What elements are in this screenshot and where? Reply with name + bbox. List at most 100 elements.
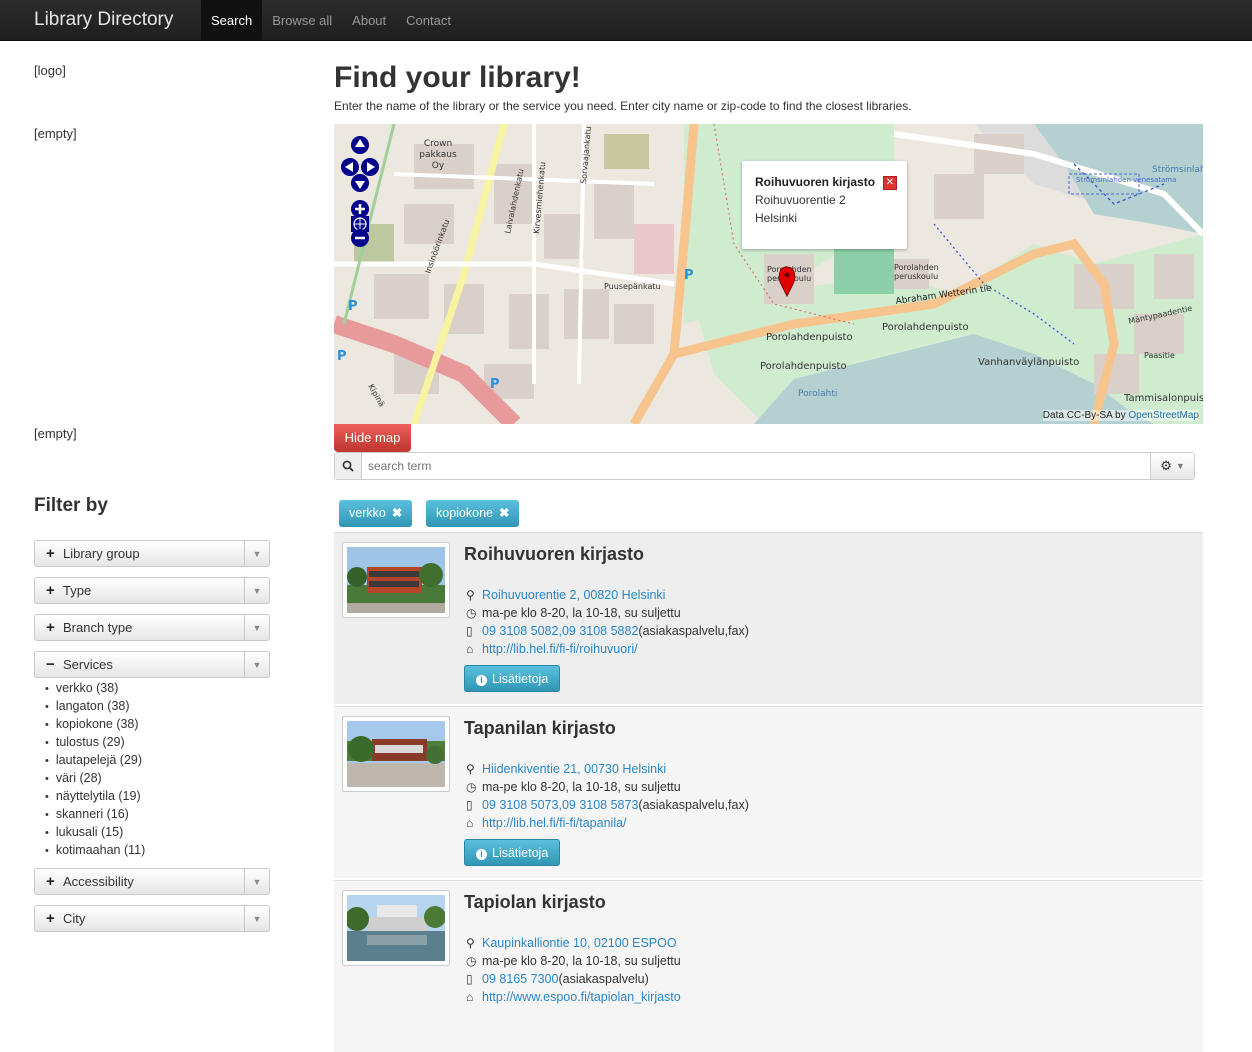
website-link[interactable]: http://www.espoo.fi/tapiolan_kirjasto bbox=[482, 990, 681, 1004]
address-link[interactable]: Roihuvuorentie 2, 00820 Helsinki bbox=[482, 588, 665, 602]
service-item[interactable]: lukusali (15) bbox=[45, 823, 145, 841]
chevron-down-icon[interactable]: ▼ bbox=[245, 660, 269, 670]
library-map[interactable]: P P P P Crown pakkaus Oy Puusepänkatu Po… bbox=[334, 124, 1203, 424]
filter-tag[interactable]: kopiokone ✖ bbox=[426, 500, 520, 527]
hours-line: ◷ ma-pe klo 8-20, la 10-18, su suljettu bbox=[466, 954, 681, 968]
map-label: Vanhanväylänpuisto bbox=[978, 357, 1079, 368]
chevron-down-icon[interactable]: ▼ bbox=[245, 914, 269, 924]
clock-icon: ◷ bbox=[466, 606, 477, 620]
clock-icon: ◷ bbox=[466, 954, 477, 968]
nav-menu: Search Browse all About Contact bbox=[201, 0, 461, 41]
chevron-down-icon[interactable]: ▼ bbox=[245, 877, 269, 887]
more-info-button[interactable]: i Lisätietoja bbox=[464, 839, 561, 866]
service-item[interactable]: kotimaahan (11) bbox=[45, 841, 145, 859]
home-icon: ⌂ bbox=[466, 990, 474, 1004]
service-item[interactable]: skanneri (16) bbox=[45, 805, 145, 823]
chevron-down-icon[interactable]: ▼ bbox=[245, 549, 269, 559]
close-icon[interactable]: ✕ bbox=[883, 176, 897, 190]
library-name[interactable]: Tapiolan kirjasto bbox=[464, 892, 606, 913]
hours-text: ma-pe klo 8-20, la 10-18, su suljettu bbox=[482, 780, 681, 794]
address-link[interactable]: Hiidenkiventie 21, 00730 Helsinki bbox=[482, 762, 666, 776]
map-label: Paasitie bbox=[1144, 351, 1175, 360]
map-label: Strömsinlahti bbox=[1152, 165, 1203, 175]
logo-placeholder: [logo] bbox=[34, 63, 66, 78]
filter-tag[interactable]: verkko ✖ bbox=[339, 500, 413, 527]
map-label: Porolahdenpuisto bbox=[760, 361, 847, 372]
filter-type[interactable]: + Type ▼ bbox=[34, 577, 270, 604]
library-name[interactable]: Roihuvuoren kirjasto bbox=[464, 544, 644, 565]
search-input[interactable] bbox=[362, 453, 1150, 479]
pan-zoom-icon[interactable] bbox=[341, 132, 379, 247]
service-item[interactable]: kopiokone (38) bbox=[45, 715, 145, 733]
filter-label: Services bbox=[63, 657, 113, 672]
phone-link[interactable]: 09 8165 7300 bbox=[482, 972, 558, 986]
services-list: verkko (38) langaton (38) kopiokone (38)… bbox=[45, 679, 145, 859]
brand-title[interactable]: Library Directory bbox=[34, 9, 173, 31]
tag-label: verkko bbox=[349, 506, 386, 520]
filter-city[interactable]: + City ▼ bbox=[34, 905, 270, 932]
filter-accessibility[interactable]: + Accessibility ▼ bbox=[34, 868, 270, 895]
library-result: Tapanilan kirjasto ⚲ Hiidenkiventie 21, 0… bbox=[334, 706, 1203, 878]
hide-map-button[interactable]: Hide map bbox=[334, 424, 411, 452]
home-icon: ⌂ bbox=[466, 642, 474, 656]
service-item[interactable]: väri (28) bbox=[45, 769, 145, 787]
library-result: Roihuvuoren kirjasto ⚲ Roihuvuorentie 2, … bbox=[334, 532, 1203, 704]
chevron-down-icon[interactable]: ▼ bbox=[245, 623, 269, 633]
openstreetmap-link[interactable]: OpenStreetMap bbox=[1128, 410, 1199, 421]
clock-icon: ◷ bbox=[466, 780, 477, 794]
phone-note: (asiakaspalvelu,fax) bbox=[638, 798, 749, 812]
website-link[interactable]: http://lib.hel.fi/fi-fi/roihuvuori/ bbox=[482, 642, 638, 656]
minus-icon: − bbox=[46, 656, 55, 673]
service-item[interactable]: langaton (38) bbox=[45, 697, 145, 715]
library-photo[interactable] bbox=[342, 542, 450, 618]
library-photo[interactable] bbox=[342, 890, 450, 966]
filter-label: Branch type bbox=[63, 620, 133, 635]
filter-services[interactable]: − Services ▼ bbox=[34, 651, 270, 678]
library-name[interactable]: Tapanilan kirjasto bbox=[464, 718, 616, 739]
map-label: Porolahti bbox=[798, 389, 837, 399]
filter-branch-type[interactable]: + Branch type ▼ bbox=[34, 614, 270, 641]
chevron-down-icon[interactable]: ▼ bbox=[245, 586, 269, 596]
nav-item-browse-all[interactable]: Browse all bbox=[262, 0, 342, 41]
plus-icon: + bbox=[46, 619, 55, 636]
phone-link[interactable]: 09 3108 5082,09 3108 5882 bbox=[482, 624, 638, 638]
phone-line: ▯ 09 8165 7300 (asiakaspalvelu) bbox=[466, 972, 649, 986]
empty-placeholder: [empty] bbox=[34, 126, 77, 141]
search-icon bbox=[335, 453, 362, 479]
service-item[interactable]: näyttelytila (19) bbox=[45, 787, 145, 805]
filter-library-group[interactable]: + Library group ▼ bbox=[34, 540, 270, 567]
phone-link[interactable]: 09 3108 5073,09 3108 5873 bbox=[482, 798, 638, 812]
search-settings-button[interactable]: ⚙ ▼ bbox=[1150, 453, 1194, 479]
hours-text: ma-pe klo 8-20, la 10-18, su suljettu bbox=[482, 954, 681, 968]
chevron-down-icon: ▼ bbox=[1175, 461, 1185, 471]
plus-icon: + bbox=[46, 545, 55, 562]
nav-item-search[interactable]: Search bbox=[201, 0, 263, 41]
nav-item-about[interactable]: About bbox=[342, 0, 396, 41]
filter-label: City bbox=[63, 911, 86, 926]
more-info-button[interactable]: i Lisätietoja bbox=[464, 665, 561, 692]
nav-item-contact[interactable]: Contact bbox=[396, 0, 461, 41]
service-item[interactable]: verkko (38) bbox=[45, 679, 145, 697]
map-label: Porolahdenpuisto bbox=[882, 322, 969, 333]
map-label: pakkaus bbox=[419, 150, 457, 160]
address-link[interactable]: Kaupinkalliontie 10, 02100 ESPOO bbox=[482, 936, 677, 950]
service-item[interactable]: lautapelejä (29) bbox=[45, 751, 145, 769]
remove-icon[interactable]: ✖ bbox=[392, 506, 402, 520]
url-line: ⌂ http://www.espoo.fi/tapiolan_kirjasto bbox=[466, 990, 681, 1004]
plus-icon: + bbox=[46, 582, 55, 599]
website-link[interactable]: http://lib.hel.fi/fi-fi/tapanila/ bbox=[482, 816, 627, 830]
tag-label: kopiokone bbox=[436, 506, 493, 520]
service-item[interactable]: tulostus (29) bbox=[45, 733, 145, 751]
library-photo[interactable] bbox=[342, 716, 450, 792]
map-label: Oy bbox=[432, 161, 445, 171]
remove-icon[interactable]: ✖ bbox=[499, 506, 509, 520]
map-label: Tammisalonpuisto bbox=[1123, 393, 1203, 404]
phone-icon: ▯ bbox=[466, 624, 473, 638]
svg-text:P: P bbox=[348, 299, 358, 314]
svg-text:P: P bbox=[684, 268, 694, 283]
map-label: Crown bbox=[424, 139, 452, 149]
hours-line: ◷ ma-pe klo 8-20, la 10-18, su suljettu bbox=[466, 780, 681, 794]
popup-street: Roihuvuorentie 2 bbox=[755, 193, 846, 207]
map-marker-icon: ⚲ bbox=[466, 762, 475, 776]
home-icon: ⌂ bbox=[466, 816, 474, 830]
